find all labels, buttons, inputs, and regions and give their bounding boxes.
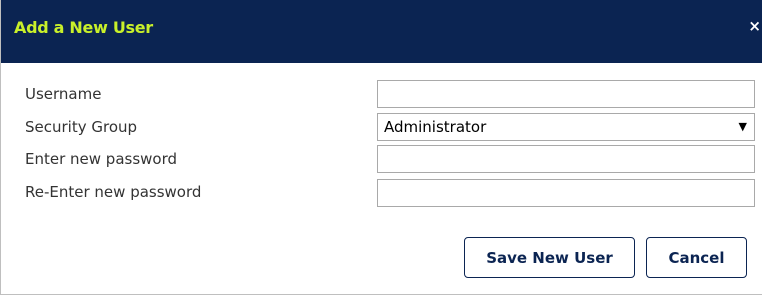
password-input[interactable] (377, 145, 755, 173)
password-confirm-input[interactable] (377, 179, 755, 207)
security-group-select[interactable]: Administrator ▼ (377, 113, 755, 141)
dialog-header: Add a New User × (1, 0, 762, 63)
security-group-selected-value: Administrator (384, 118, 487, 136)
password-label: Enter new password (25, 150, 178, 168)
close-icon[interactable]: × (748, 17, 761, 35)
add-user-dialog: Add a New User × Username Security Group… (0, 0, 762, 295)
username-input[interactable] (377, 80, 755, 108)
chevron-down-icon: ▼ (738, 120, 747, 133)
cancel-button[interactable]: Cancel (646, 237, 747, 278)
dialog-title: Add a New User (14, 18, 153, 37)
username-label: Username (25, 85, 102, 103)
save-new-user-button[interactable]: Save New User (464, 237, 635, 278)
security-group-label: Security Group (25, 118, 138, 136)
password-confirm-label: Re-Enter new password (25, 183, 202, 201)
